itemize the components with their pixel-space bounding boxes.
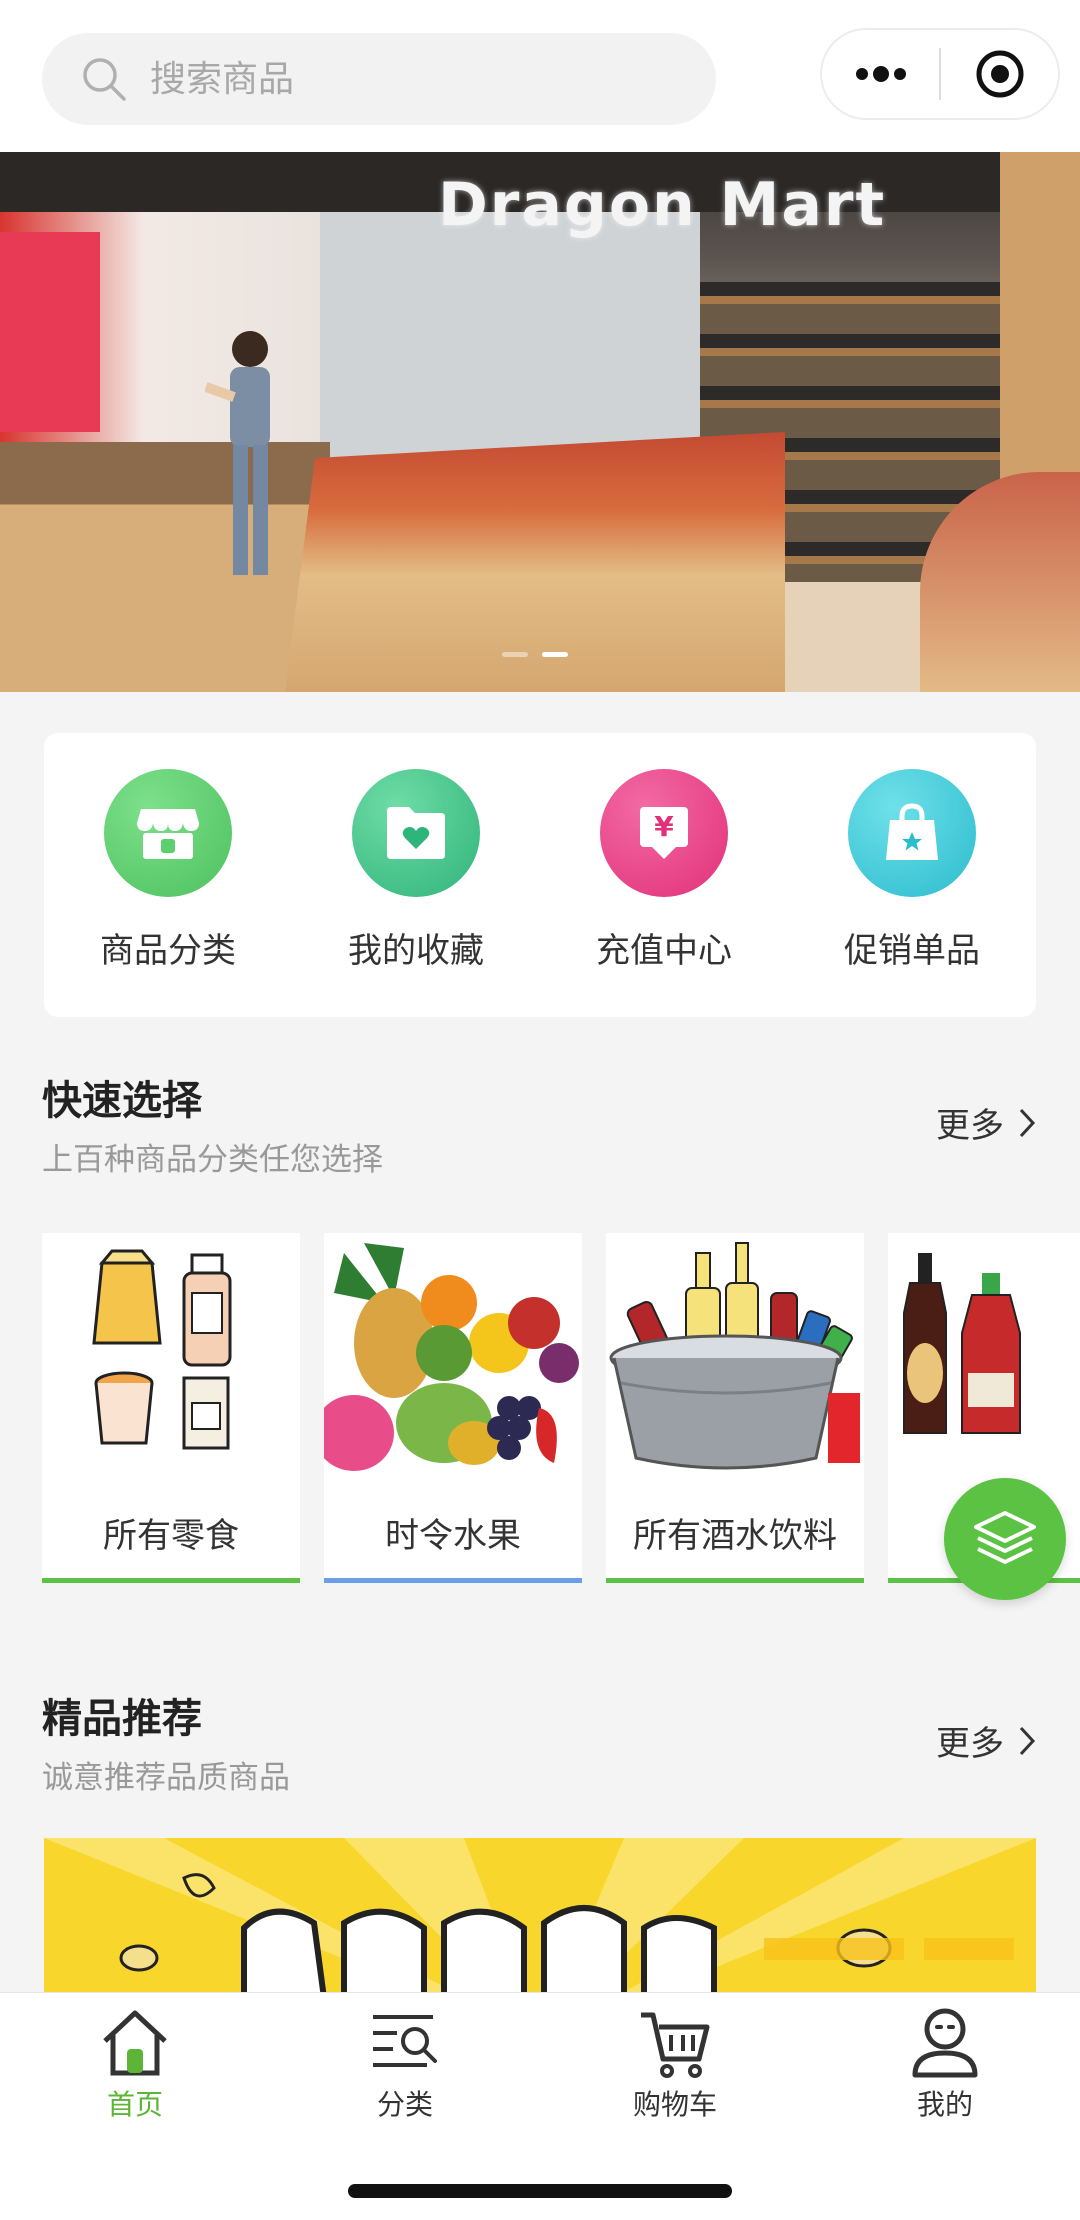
- quick-more-link[interactable]: 更多: [936, 1098, 1036, 1147]
- more-label: 更多: [936, 1724, 1004, 1764]
- yuan-recharge-icon: ¥: [600, 769, 728, 897]
- drinks-illustration: [606, 1233, 864, 1485]
- shortcut-menu: 商品分类 我的收藏 ¥ 充值中心 促销单品: [44, 733, 1036, 1017]
- chevron-right-icon: [1019, 1108, 1036, 1137]
- category-underline: [606, 1578, 864, 1583]
- close-mini-program-button[interactable]: [941, 30, 1058, 118]
- search-input[interactable]: [150, 58, 650, 100]
- menu-item-label: 充值中心: [596, 931, 732, 971]
- menu-item-label: 促销单品: [844, 931, 980, 971]
- quick-section-title: 快速选择: [42, 1078, 202, 1124]
- menu-item-promotion[interactable]: 促销单品: [802, 769, 1022, 972]
- menu-item-label: 我的收藏: [348, 931, 484, 971]
- tab-home-label: 首页: [106, 2088, 163, 2121]
- featured-section-subtitle: 诚意推荐品质商品: [42, 1760, 290, 1796]
- tab-home[interactable]: 首页: [55, 2005, 215, 2123]
- svg-text:¥: ¥: [654, 810, 674, 843]
- category-label: 所有零食: [103, 1515, 239, 1556]
- tab-category-label: 分类: [376, 2088, 433, 2121]
- search-icon: [83, 58, 126, 101]
- menu-item-label: 商品分类: [100, 931, 236, 971]
- carousel-dot[interactable]: [502, 652, 528, 657]
- category-card-snacks[interactable]: 所有零食: [42, 1233, 300, 1583]
- top-bar: [0, 0, 1080, 152]
- category-label: 所有酒水饮料: [633, 1515, 837, 1556]
- search-box[interactable]: [42, 33, 716, 125]
- quick-category-row[interactable]: 所有零食 时令水果 所有酒水饮料: [42, 1233, 1080, 1583]
- target-close-icon: [976, 50, 1023, 98]
- menu-item-favorites[interactable]: 我的收藏: [306, 769, 526, 972]
- tab-category[interactable]: 分类: [325, 2005, 485, 2123]
- condiments-illustration: [888, 1233, 1080, 1485]
- star-bag-icon: [848, 769, 976, 897]
- menu-item-category[interactable]: 商品分类: [58, 769, 278, 972]
- tab-cart-label: 购物车: [632, 2088, 717, 2121]
- fruit-illustration: [324, 1233, 582, 1485]
- banner-poster: [0, 232, 100, 432]
- store-icon: [104, 769, 232, 897]
- home-icon: [103, 2010, 167, 2076]
- tab-profile[interactable]: 我的: [865, 2005, 1025, 2123]
- tab-cart[interactable]: 购物车: [595, 2005, 755, 2123]
- carousel-indicator: [502, 652, 568, 657]
- promo-banner[interactable]: [44, 1838, 1036, 1998]
- banner-back-wall: [320, 212, 700, 472]
- quick-section-subtitle: 上百种商品分类任您选择: [42, 1142, 383, 1178]
- featured-more-link[interactable]: 更多: [936, 1716, 1036, 1765]
- mini-program-capsule: [820, 28, 1060, 120]
- user-profile-icon: [912, 2008, 978, 2078]
- more-label: 更多: [936, 1106, 1004, 1146]
- menu-item-recharge[interactable]: ¥ 充值中心: [554, 769, 774, 972]
- more-dots-icon: [855, 66, 906, 82]
- more-options-button[interactable]: [822, 30, 939, 118]
- category-card-fruit[interactable]: 时令水果: [324, 1233, 582, 1583]
- home-indicator[interactable]: [348, 2184, 732, 2198]
- store-banner[interactable]: Dragon Mart: [0, 152, 1080, 692]
- category-card-drinks[interactable]: 所有酒水饮料: [606, 1233, 864, 1583]
- layers-icon: [974, 1511, 1036, 1564]
- category-underline: [42, 1578, 300, 1583]
- snacks-illustration: [42, 1233, 300, 1485]
- store-sign: Dragon Mart: [438, 170, 887, 240]
- floating-layers-button[interactable]: [944, 1478, 1066, 1600]
- heart-folder-icon: [352, 769, 480, 897]
- category-label: 时令水果: [385, 1515, 521, 1556]
- shopping-cart-icon: [641, 2012, 710, 2078]
- shopper-figure: [205, 331, 270, 575]
- featured-section-title: 精品推荐: [42, 1696, 202, 1742]
- tab-profile-label: 我的: [916, 2088, 973, 2121]
- category-underline: [324, 1578, 582, 1583]
- chevron-right-icon: [1019, 1726, 1036, 1755]
- carousel-dot-active[interactable]: [542, 652, 568, 657]
- category-search-icon: [373, 2015, 437, 2067]
